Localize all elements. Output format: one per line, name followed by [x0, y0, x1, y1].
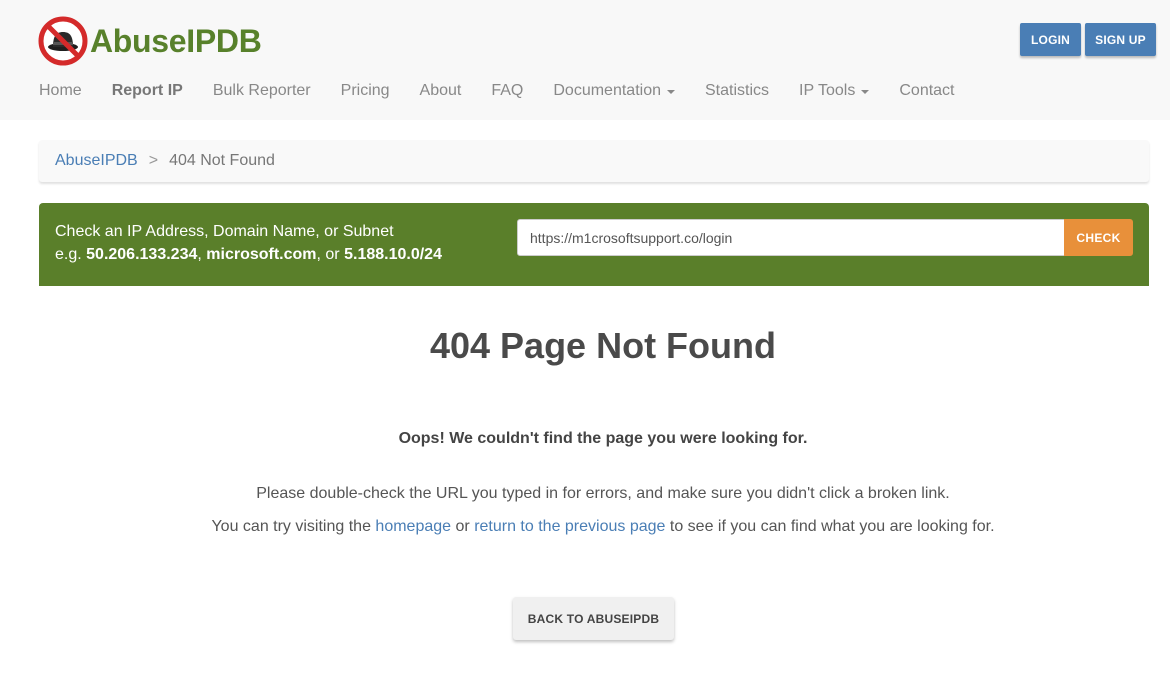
previous-page-link[interactable]: return to the previous page	[474, 518, 665, 535]
homepage-link[interactable]: homepage	[375, 518, 451, 535]
page-title: 404 Page Not Found	[429, 325, 777, 366]
ip-search-input[interactable]	[517, 219, 1065, 256]
ip-check-panel: Check an IP Address, Domain Name, or Sub…	[39, 203, 1149, 286]
brand-name: AbuseIPDB	[90, 22, 262, 59]
ip-check-heading: Check an IP Address, Domain Name, or Sub…	[55, 223, 394, 240]
breadcrumb-home-link[interactable]: AbuseIPDB	[55, 152, 138, 170]
site-header: AbuseIPDB LOGIN SIGN UP Home Report IP B…	[0, 0, 1170, 120]
ip-check-examples: e.g. 50.206.133.234, microsoft.com, or 5…	[55, 243, 442, 266]
login-button[interactable]: LOGIN	[1020, 23, 1081, 56]
nav-pricing[interactable]: Pricing	[341, 82, 390, 100]
nav-about[interactable]: About	[420, 82, 462, 100]
caret-down-icon	[861, 90, 870, 94]
nav-documentation-label: Documentation	[553, 82, 661, 99]
caret-down-icon	[667, 90, 675, 94]
help-text-suffix: to see if you can find what you are look…	[669, 518, 995, 535]
ip-check-description: Check an IP Address, Domain Name, or Sub…	[55, 220, 442, 266]
signup-button[interactable]: SIGN UP	[1085, 23, 1156, 56]
help-text-navigation: You can try visiting the homepage or ret…	[18, 518, 1170, 536]
breadcrumb-separator: >	[148, 152, 159, 169]
nav-home[interactable]: Home	[39, 82, 82, 100]
help-text-middle: or	[455, 518, 470, 535]
example-separator: ,	[197, 246, 202, 263]
nav-contact[interactable]: Contact	[899, 82, 954, 100]
help-text-prefix: You can try visiting the	[211, 518, 371, 535]
help-text-url: Please double-check the URL you typed in…	[256, 485, 950, 502]
example-subnet: 5.188.10.0/24	[344, 246, 442, 263]
check-button[interactable]: CHECK	[1064, 219, 1133, 256]
breadcrumb: AbuseIPDB > 404 Not Found	[39, 140, 1149, 182]
back-to-home-button[interactable]: BACK TO ABUSEIPDB	[513, 597, 674, 640]
brand-logo[interactable]: AbuseIPDB	[38, 16, 262, 66]
nav-report-ip[interactable]: Report IP	[112, 82, 183, 100]
nav-bulk-reporter[interactable]: Bulk Reporter	[213, 82, 311, 100]
nav-statistics[interactable]: Statistics	[705, 82, 769, 100]
nav-ip-tools[interactable]: IP Tools	[799, 82, 870, 100]
main-nav: Home Report IP Bulk Reporter Pricing Abo…	[39, 78, 985, 104]
nav-ip-tools-label: IP Tools	[799, 82, 856, 99]
nav-faq[interactable]: FAQ	[491, 82, 523, 100]
breadcrumb-current: 404 Not Found	[169, 152, 275, 169]
example-prefix: e.g.	[55, 246, 82, 263]
error-message: Oops! We couldn't find the page you were…	[398, 430, 808, 447]
example-separator: , or	[316, 246, 340, 263]
example-ip: 50.206.133.234	[86, 246, 198, 263]
nav-documentation[interactable]: Documentation	[553, 82, 675, 100]
logo-icon	[38, 16, 88, 66]
example-domain: microsoft.com	[206, 246, 317, 263]
